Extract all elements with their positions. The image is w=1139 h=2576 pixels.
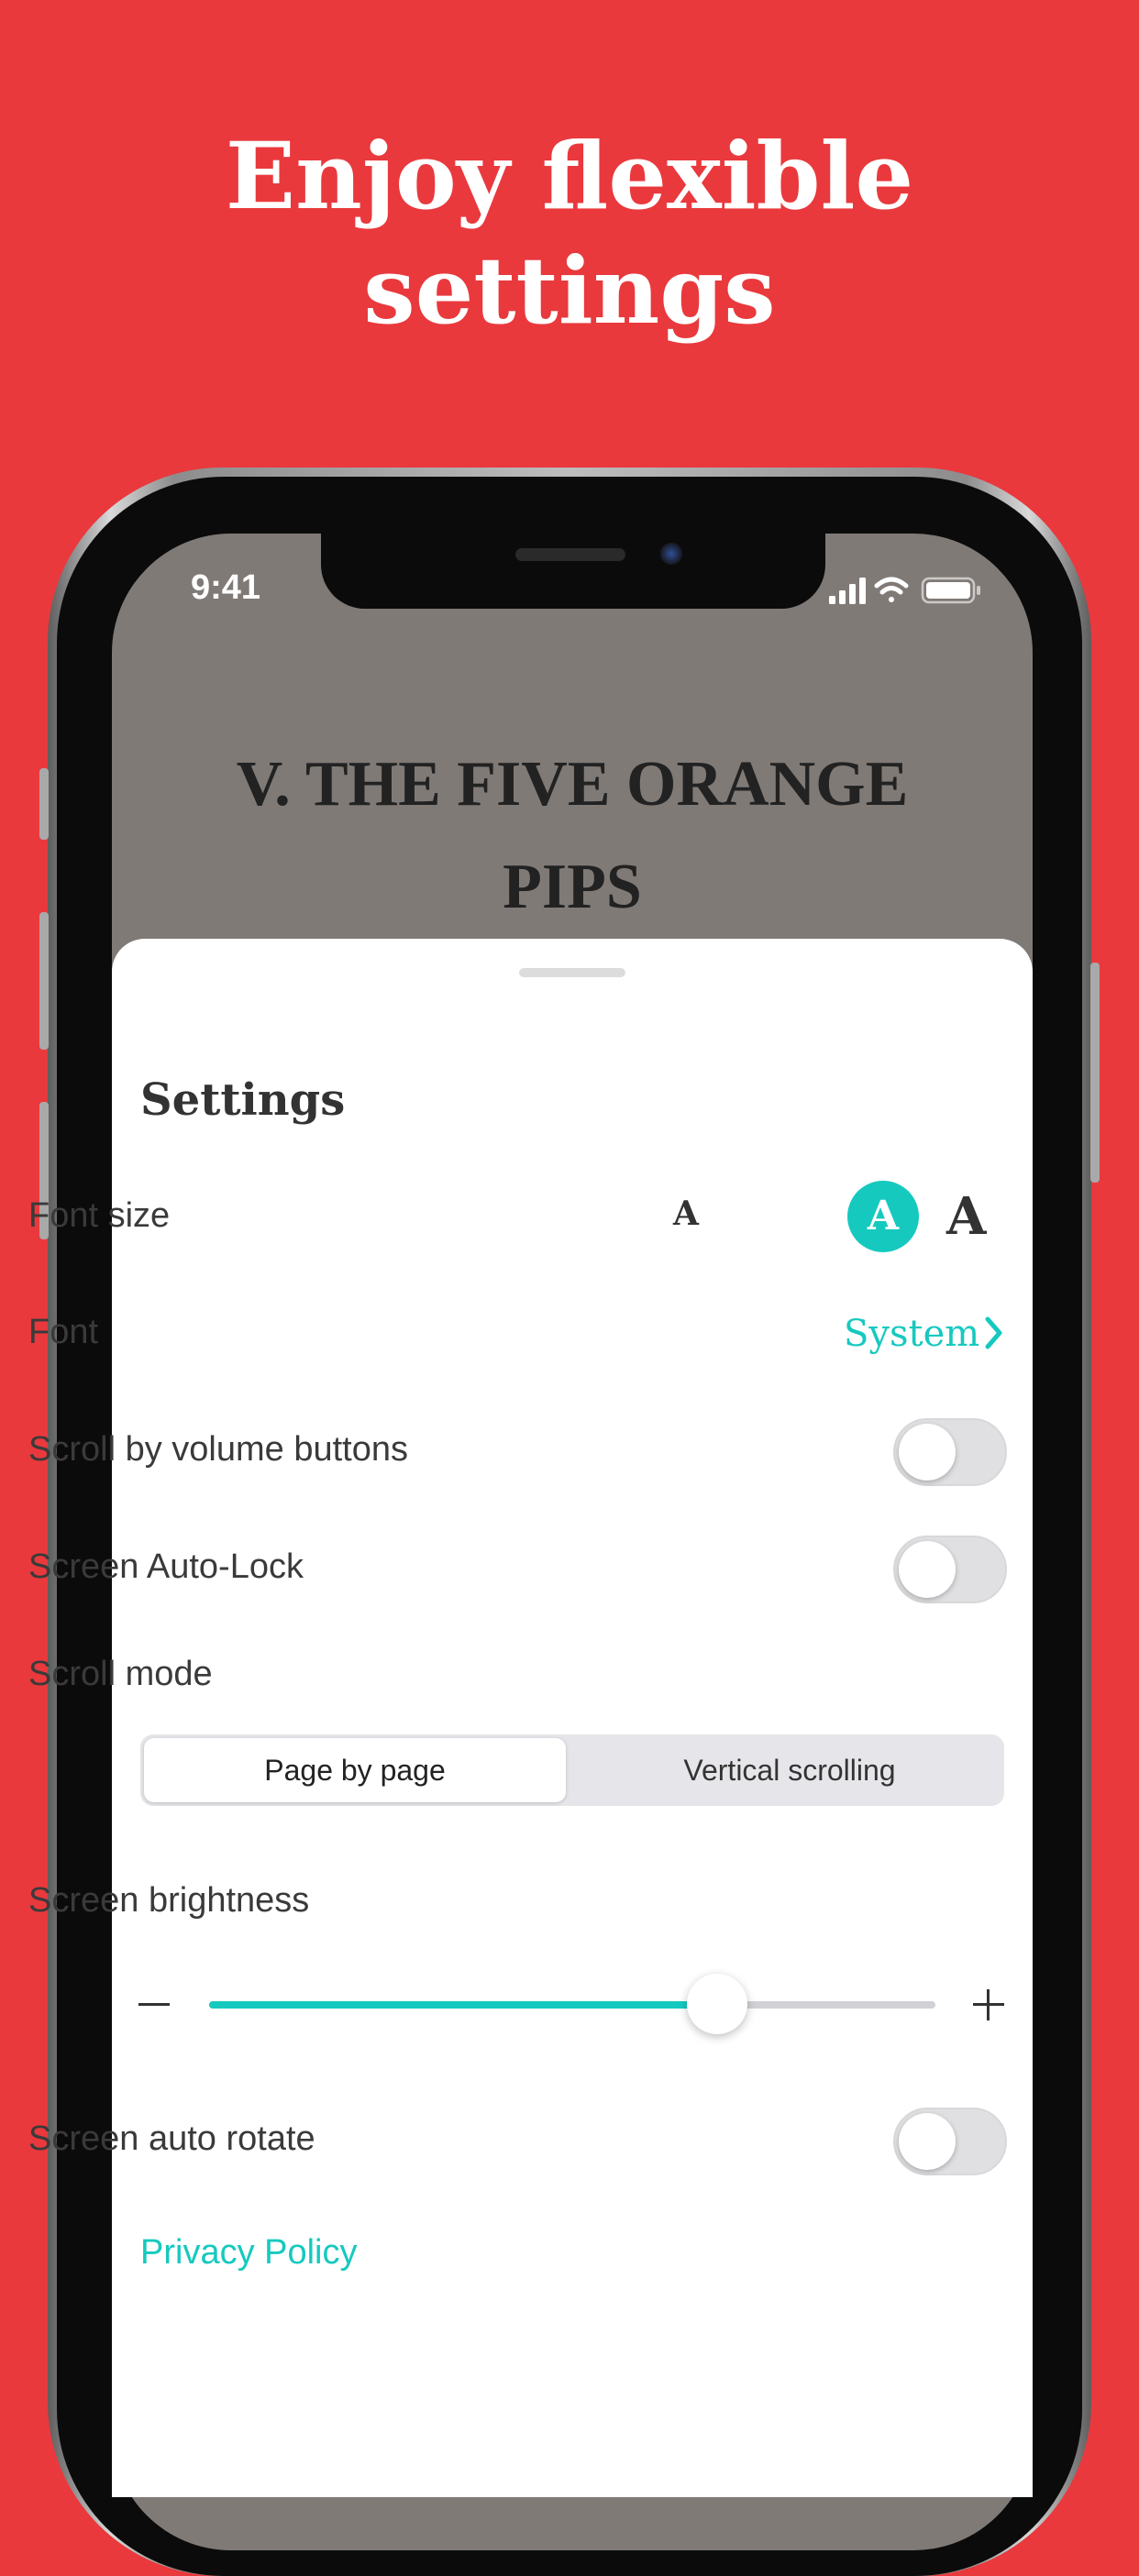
headline-line-1: Enjoy flexible	[225, 122, 914, 230]
wifi-icon	[874, 577, 909, 602]
scroll-by-volume-toggle[interactable]	[893, 1418, 1007, 1486]
brightness-decrease-icon[interactable]	[138, 2003, 170, 2006]
promo-headline: Enjoy flexible settings	[0, 119, 1139, 348]
phone-power-button	[1090, 963, 1100, 1183]
chevron-right-icon[interactable]	[983, 1315, 1005, 1351]
brightness-slider-thumb[interactable]	[687, 1974, 748, 2034]
font-size-label: Font size	[28, 1196, 171, 1235]
headline-line-2: settings	[363, 237, 776, 345]
auto-lock-label: Screen Auto-Lock	[28, 1547, 304, 1586]
signal-icon	[829, 578, 866, 604]
brightness-slider-fill	[209, 2001, 718, 2009]
auto-lock-toggle[interactable]	[893, 1536, 1007, 1603]
auto-rotate-label: Screen auto rotate	[28, 2119, 315, 2158]
status-time: 9:41	[191, 568, 261, 607]
scroll-mode-label: Scroll mode	[28, 1655, 213, 1693]
toggle-knob	[899, 1424, 956, 1481]
font-label: Font	[28, 1313, 99, 1351]
battery-icon	[921, 577, 980, 604]
brightness-label: Screen brightness	[28, 1881, 310, 1920]
phone-mute-switch	[39, 768, 49, 840]
phone-notch	[321, 534, 825, 609]
front-camera	[660, 543, 682, 565]
sheet-drag-handle[interactable]	[519, 968, 625, 977]
font-value-button[interactable]: System	[844, 1313, 979, 1355]
auto-rotate-toggle[interactable]	[893, 2108, 1007, 2175]
font-size-medium-button[interactable]: A	[847, 1181, 919, 1252]
toggle-knob	[899, 1541, 956, 1598]
status-icons	[829, 577, 980, 604]
font-size-small-button[interactable]: A	[673, 1194, 699, 1233]
scroll-by-volume-label: Scroll by volume buttons	[28, 1430, 408, 1469]
scroll-mode-page-by-page[interactable]: Page by page	[144, 1738, 566, 1802]
scroll-mode-segmented-control: Page by page Vertical scrolling	[140, 1734, 1004, 1806]
book-chapter-title: V. THE FIVE ORANGE PIPS	[112, 733, 1033, 939]
brightness-slider[interactable]	[209, 1974, 935, 2034]
book-title-line-1: V. THE FIVE ORANGE	[236, 749, 909, 820]
font-size-large-button[interactable]: A	[946, 1186, 986, 1247]
toggle-knob	[899, 2113, 956, 2170]
plus-icon-vertical	[987, 1989, 990, 2020]
settings-title: Settings	[140, 1074, 346, 1126]
earpiece-speaker	[515, 548, 625, 561]
book-title-line-2: PIPS	[503, 852, 642, 922]
scroll-mode-vertical-scrolling[interactable]: Vertical scrolling	[579, 1738, 1001, 1802]
phone-volume-up	[39, 912, 49, 1050]
privacy-policy-link[interactable]: Privacy Policy	[140, 2233, 358, 2273]
